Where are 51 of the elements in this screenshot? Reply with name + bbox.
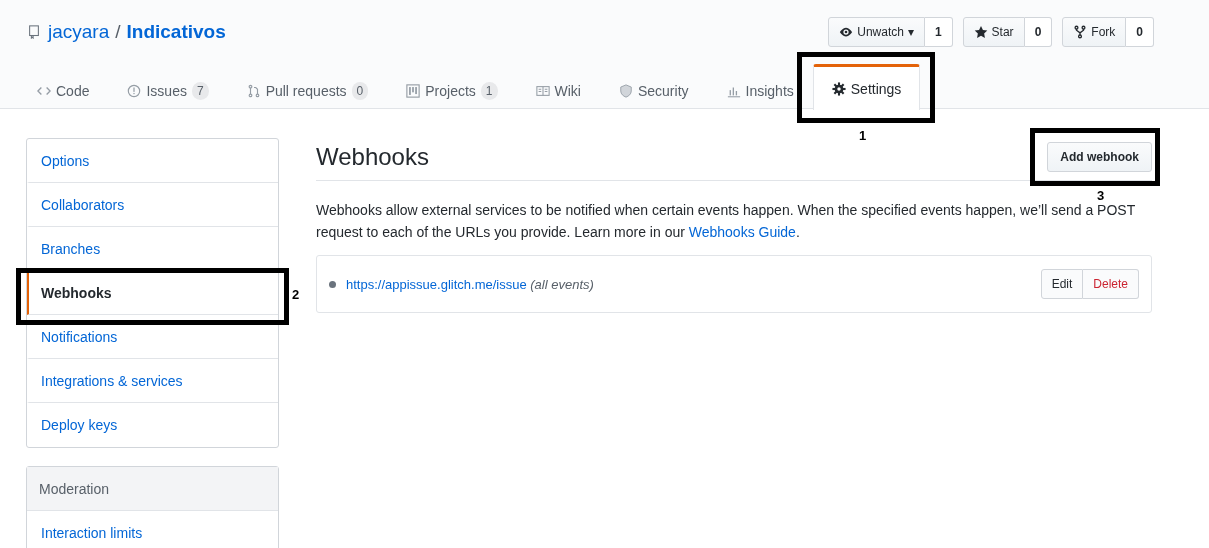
nav-tab[interactable]: Code [18, 69, 109, 109]
nav-tab[interactable]: Pull requests 0 [227, 69, 388, 109]
status-dot-icon [329, 280, 336, 288]
edit-button[interactable]: Edit [1040, 269, 1084, 299]
events-text: (all events) [530, 276, 594, 292]
project-board-icon [406, 83, 421, 98]
menu-item[interactable]: Deploy keys [27, 403, 278, 447]
owner-link[interactable]: jacyara [48, 21, 110, 43]
pull-request-icon [246, 83, 261, 98]
star-button[interactable]: Star [962, 17, 1025, 47]
step-number: 3 [1097, 188, 1105, 203]
menu-item[interactable]: Interaction limits [27, 511, 278, 548]
menu-item[interactable]: Options [27, 139, 278, 183]
webhook-link[interactable]: https://appissue.glitch.me/issue [346, 276, 527, 292]
counter-badge: 1 [480, 81, 498, 100]
fork-button[interactable]: Fork [1062, 17, 1127, 47]
nav-tab[interactable]: Wiki [516, 69, 600, 109]
watch-button[interactable]: Unwatch ▾ [828, 17, 925, 47]
path-separator: / [115, 21, 121, 43]
counter-badge: 7 [191, 81, 209, 100]
repository-link[interactable]: Indicativos [126, 21, 226, 43]
nav-tab[interactable]: Projects 1 [387, 69, 517, 109]
page-title: Webhooks [316, 143, 429, 171]
count-link[interactable]: 0 [1126, 17, 1154, 47]
step-number: 1 [859, 128, 867, 143]
counter-badge: 0 [351, 81, 369, 100]
add-webhook-button[interactable]: Add webhook [1047, 142, 1152, 172]
star-icon [973, 25, 988, 39]
nav-tab[interactable]: Settings [812, 64, 921, 110]
count-link[interactable]: 0 [1024, 17, 1053, 47]
menu-item[interactable]: Branches [27, 227, 278, 271]
nav-tab[interactable]: Issues 7 [108, 69, 228, 109]
fork-icon [1073, 25, 1088, 39]
menu-item[interactable]: Notifications [27, 315, 278, 359]
issue-icon [127, 83, 142, 98]
shield-icon [618, 83, 633, 98]
menu-item[interactable]: Collaborators [27, 183, 278, 227]
count-link[interactable]: 1 [924, 17, 953, 47]
delete-button[interactable]: Delete [1083, 269, 1139, 299]
menu-item[interactable]: Integrations & services [27, 359, 278, 403]
menu-item[interactable]: Webhooks [27, 271, 278, 315]
repository-icon [26, 25, 42, 39]
book-icon [535, 83, 550, 98]
guide-link[interactable]: Webhooks Guide [688, 224, 796, 240]
nav-tab[interactable]: Security [599, 69, 708, 109]
menu-heading: Moderation [27, 467, 278, 511]
description-text: Webhooks allow external services to be notified when certain events happen. When the specified events happen, we’ll send a POST request to each of the URLs you provide. Learn more in our Webhooks Guide. [316, 201, 1136, 242]
settings-icon [831, 81, 846, 96]
eye-icon [839, 25, 854, 39]
step-number: 2 [292, 287, 300, 302]
nav-tab[interactable]: Insights [707, 69, 813, 109]
